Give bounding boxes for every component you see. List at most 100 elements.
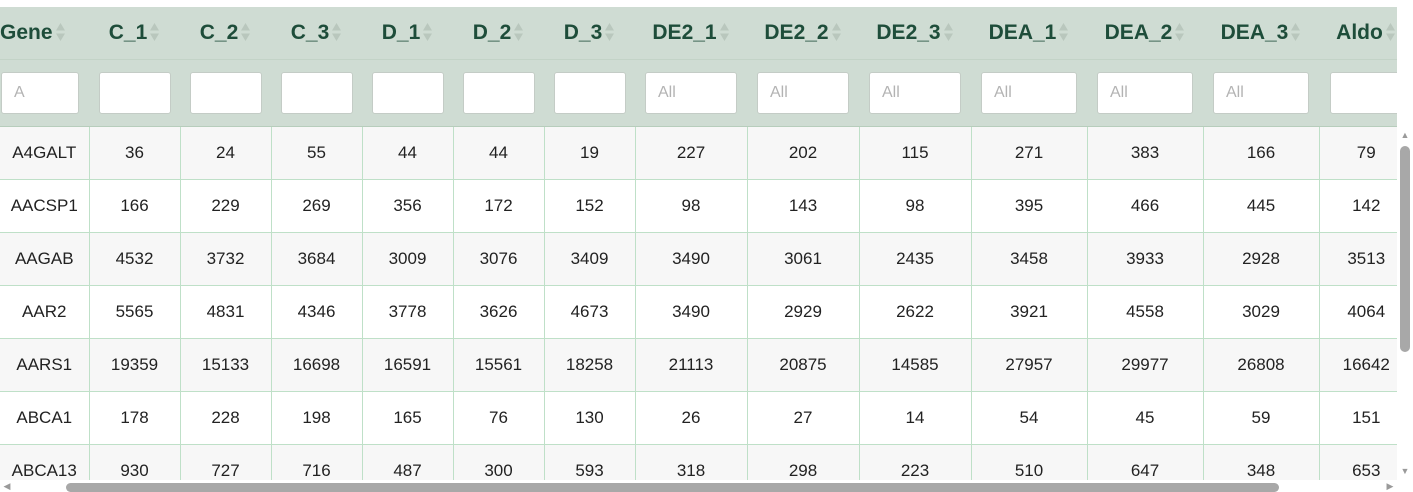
column-filter-input[interactable]	[981, 72, 1077, 114]
count-cell: 223	[859, 444, 972, 480]
column-filter-input[interactable]	[553, 72, 626, 114]
filter-cell	[89, 59, 180, 127]
vertical-scroll-thumb[interactable]	[1400, 146, 1410, 352]
count-cell: 27	[747, 391, 860, 445]
count-cell: 76	[453, 391, 545, 445]
sort-arrows-icon[interactable]	[831, 22, 842, 42]
horizontal-scrollbar[interactable]: ◀ ▶	[0, 480, 1413, 492]
column-header-label: C_2	[199, 21, 239, 44]
sort-arrows-icon[interactable]	[55, 22, 66, 42]
gene-name-cell: ABCA13	[0, 444, 90, 480]
sort-arrows-icon[interactable]	[331, 22, 342, 42]
column-filter-input[interactable]	[98, 72, 171, 114]
arrow-left-icon[interactable]: ◀	[2, 481, 12, 492]
column-filter-input[interactable]	[371, 72, 444, 114]
sort-arrows-icon[interactable]	[422, 22, 433, 42]
count-cell: 3490	[635, 285, 748, 339]
column-header[interactable]: DE2_3	[859, 7, 971, 60]
table-row[interactable]: A4GALT 36 24 55 44 44 19 227 202 115 271 383 166 79	[0, 126, 1397, 180]
count-cell: 2928	[1203, 232, 1320, 286]
filter-cell	[635, 59, 747, 127]
filter-cell	[0, 59, 89, 127]
sort-arrows-icon[interactable]	[1058, 22, 1069, 42]
count-cell: 98	[859, 179, 972, 233]
column-header-label: DE2_1	[652, 21, 717, 44]
column-header[interactable]: D_3	[544, 7, 635, 60]
sort-arrows-icon[interactable]	[719, 22, 730, 42]
sort-arrows-icon[interactable]	[1174, 22, 1185, 42]
column-header[interactable]: C_2	[180, 7, 271, 60]
count-cell: 3684	[271, 232, 363, 286]
count-cell: 143	[747, 179, 860, 233]
count-cell: 26	[635, 391, 748, 445]
vertical-scrollbar[interactable]: ▲ ▼	[1397, 126, 1413, 480]
count-cell: 3076	[453, 232, 545, 286]
column-header[interactable]: Gene	[0, 7, 89, 60]
sort-arrows-icon[interactable]	[943, 22, 954, 42]
column-header[interactable]: DEA_1	[971, 7, 1087, 60]
sort-arrows-icon[interactable]	[240, 22, 251, 42]
column-filter-input[interactable]	[869, 72, 961, 114]
count-cell: 14	[859, 391, 972, 445]
count-cell: 166	[1203, 126, 1320, 180]
column-header[interactable]: C_3	[271, 7, 362, 60]
count-cell: 647	[1087, 444, 1204, 480]
column-filter-input[interactable]	[757, 72, 849, 114]
column-filter-input[interactable]	[462, 72, 535, 114]
column-header[interactable]: Aldo	[1319, 7, 1397, 60]
column-filter-input[interactable]	[1, 72, 79, 114]
arrow-up-icon[interactable]: ▲	[1400, 130, 1410, 140]
filter-cell	[362, 59, 453, 127]
count-cell: 228	[180, 391, 272, 445]
scroll-gutter	[1397, 7, 1413, 126]
sort-arrows-icon[interactable]	[604, 22, 615, 42]
count-cell: 27957	[971, 338, 1088, 392]
horizontal-scroll-thumb[interactable]	[66, 483, 1279, 492]
sort-arrows-icon[interactable]	[149, 22, 160, 42]
count-cell: 2622	[859, 285, 972, 339]
column-filter-input[interactable]	[1097, 72, 1193, 114]
column-header[interactable]: D_2	[453, 7, 544, 60]
column-filter-input[interactable]	[280, 72, 353, 114]
table-row[interactable]: AARS1 19359 15133 16698 16591 15561 18258 21113…	[0, 338, 1397, 392]
count-cell: 130	[544, 391, 636, 445]
count-cell: 298	[747, 444, 860, 480]
column-header-label: DE2_3	[876, 21, 941, 44]
table-row[interactable]: AAR2 5565 4831 4346 3778 3626 4673 3490 2929 2622…	[0, 285, 1397, 339]
count-cell: 716	[271, 444, 363, 480]
column-header[interactable]: DE2_1	[635, 7, 747, 60]
column-header[interactable]: C_1	[89, 7, 180, 60]
count-cell: 487	[362, 444, 454, 480]
header-row: Gene C_1 C_2 C_3 D_1 D_2 D_3 DE2_1 DE2_2 DE2_3 DEA…	[0, 7, 1397, 60]
column-filter-input[interactable]	[645, 72, 737, 114]
count-cell: 54	[971, 391, 1088, 445]
table-row[interactable]: AACSP1 166 229 269 356 172 152 98 143 98 395 466 445…	[0, 179, 1397, 233]
gene-name-cell: AAGAB	[0, 232, 90, 286]
column-filter-input[interactable]	[1213, 72, 1309, 114]
count-cell: 466	[1087, 179, 1204, 233]
data-table-container: Gene C_1 C_2 C_3 D_1 D_2 D_3 DE2_1 DE2_2 DE2_3 DEA…	[0, 7, 1397, 480]
arrow-right-icon[interactable]: ▶	[1385, 481, 1395, 492]
count-cell: 3009	[362, 232, 454, 286]
sort-arrows-icon[interactable]	[513, 22, 524, 42]
column-filter-input[interactable]	[1330, 72, 1397, 114]
column-header[interactable]: D_1	[362, 7, 453, 60]
table-row[interactable]: ABCA1 178 228 198 165 76 130 26 27 14 54 45 59 151	[0, 391, 1397, 445]
column-header[interactable]: DE2_2	[747, 7, 859, 60]
table-row[interactable]: AAGAB 4532 3732 3684 3009 3076 3409 3490 3061 243…	[0, 232, 1397, 286]
count-cell: 29977	[1087, 338, 1204, 392]
count-cell: 18258	[544, 338, 636, 392]
table-row[interactable]: ABCA13 930 727 716 487 300 593 318 298 223 510 647 3…	[0, 444, 1397, 480]
gene-name-cell: AACSP1	[0, 179, 90, 233]
arrow-down-icon[interactable]: ▼	[1400, 466, 1410, 476]
count-cell: 2929	[747, 285, 860, 339]
sort-arrows-icon[interactable]	[1290, 22, 1301, 42]
column-filter-input[interactable]	[189, 72, 262, 114]
column-header[interactable]: DEA_3	[1203, 7, 1319, 60]
count-cell: 300	[453, 444, 545, 480]
count-cell: 4831	[180, 285, 272, 339]
column-header[interactable]: DEA_2	[1087, 7, 1203, 60]
count-cell: 36	[89, 126, 181, 180]
sort-arrows-icon[interactable]	[1385, 22, 1396, 42]
filter-cell	[1087, 59, 1203, 127]
